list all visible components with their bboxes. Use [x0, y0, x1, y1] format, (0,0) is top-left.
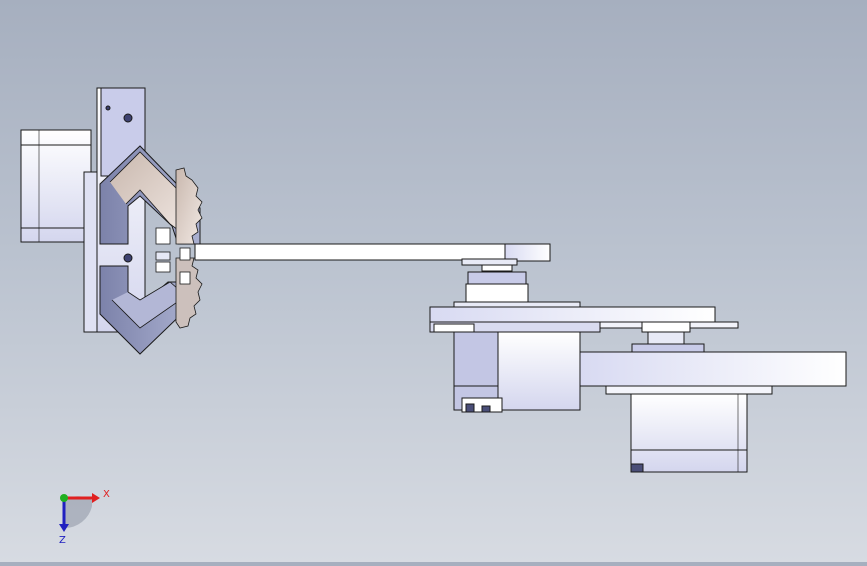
- robot-arm-assembly: X Z: [20, 87, 847, 546]
- forearm-link: [579, 351, 847, 395]
- model-viewport[interactable]: X Z: [0, 0, 867, 562]
- coordinate-triad: X Z: [59, 489, 110, 546]
- gripper-motor: [20, 129, 92, 243]
- upper-arm-link: [194, 243, 551, 262]
- gripper-gear-lower: [175, 257, 203, 329]
- x-axis-label: X: [103, 489, 110, 500]
- z-axis-label: Z: [59, 535, 66, 546]
- elbow-motor: [453, 331, 581, 413]
- elbow-bracket: [429, 301, 739, 333]
- forearm-motor: [630, 393, 748, 473]
- y-axis-dot: [60, 494, 68, 502]
- elbow-bearing: [461, 258, 529, 303]
